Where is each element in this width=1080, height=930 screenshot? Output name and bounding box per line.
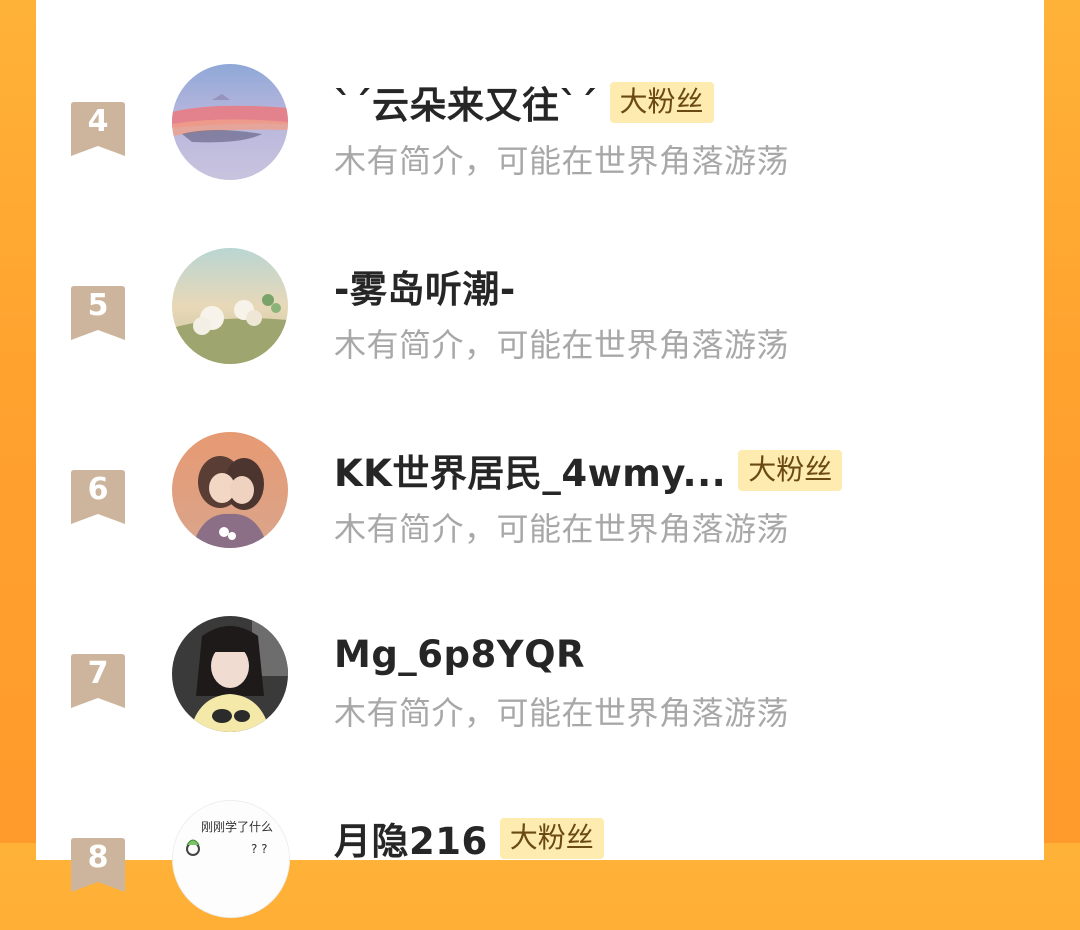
flower-field-avatar-icon xyxy=(172,248,288,364)
doodle-sketch-avatar-icon: 刚刚学了什么 ? ? xyxy=(173,801,289,917)
illustrated-girls-avatar-icon xyxy=(172,432,288,548)
name-line: KK世界居民_4wmy... 大粉丝 xyxy=(334,443,843,497)
svg-text:? ?: ? ? xyxy=(251,842,268,856)
list-item[interactable]: 7 Mg_6p8YQR 木有简介，可能在世界角落游荡 xyxy=(36,606,1044,746)
user-name[interactable]: Mg_6p8YQR xyxy=(334,633,585,676)
user-bio: 木有简介，可能在世界角落游荡 xyxy=(334,510,790,548)
avatar[interactable] xyxy=(172,248,288,364)
list-item[interactable]: 5 -雾岛听潮- 木有简介，可能在世界角落游荡 xyxy=(36,238,1044,378)
user-name[interactable]: -雾岛听潮- xyxy=(334,259,516,313)
rank-number: 8 xyxy=(87,840,109,875)
rank-ribbon: 4 xyxy=(71,102,125,156)
user-name[interactable]: KK世界居民_4wmy... xyxy=(334,443,726,497)
fan-badge: 大粉丝 xyxy=(609,81,714,123)
avatar[interactable] xyxy=(172,616,288,732)
rank-ribbon: 6 xyxy=(71,470,125,524)
name-line: Mg_6p8YQR xyxy=(334,628,585,680)
name-line: 月隐216 大粉丝 xyxy=(334,812,604,864)
doodle-text: 刚刚学了什么 xyxy=(201,819,273,834)
fan-badge: 大粉丝 xyxy=(499,817,604,859)
rank-ribbon: 7 xyxy=(71,654,125,708)
fan-list-card: 4 ˋˊ云朵来又往ˋˊ 大粉丝 木有简介，可能在世界角落游荡 5 -雾岛听潮- … xyxy=(36,0,1044,918)
user-bio: 木有简介，可能在世界角落游荡 xyxy=(334,694,790,732)
fan-badge: 大粉丝 xyxy=(738,449,843,491)
avatar[interactable] xyxy=(172,64,288,180)
name-line: -雾岛听潮- xyxy=(334,260,516,312)
rank-ribbon: 8 xyxy=(71,838,125,892)
rank-number: 6 xyxy=(87,472,109,507)
list-item[interactable]: 4 ˋˊ云朵来又往ˋˊ 大粉丝 木有简介，可能在世界角落游荡 xyxy=(36,54,1044,194)
rank-number: 4 xyxy=(87,104,109,139)
avatar[interactable]: 刚刚学了什么 ? ? xyxy=(172,800,290,918)
name-line: ˋˊ云朵来又往ˋˊ 大粉丝 xyxy=(334,76,714,128)
user-name[interactable]: ˋˊ云朵来又往ˋˊ xyxy=(334,75,598,129)
user-bio: 木有简介，可能在世界角落游荡 xyxy=(334,326,790,364)
rank-number: 7 xyxy=(87,656,109,691)
rank-number: 5 xyxy=(87,288,109,323)
girl-photo-avatar-icon xyxy=(172,616,288,732)
user-name[interactable]: 月隐216 xyxy=(334,811,488,865)
sunset-clouds-avatar-icon xyxy=(172,64,288,180)
list-item[interactable]: 6 KK世界居民_4wmy... 大粉丝 木有简介，可能在世界角落游荡 xyxy=(36,422,1044,562)
list-item[interactable]: 8 刚刚学了什么 ? ? 月隐216 大粉丝 xyxy=(36,790,1044,930)
rank-ribbon: 5 xyxy=(71,286,125,340)
avatar[interactable] xyxy=(172,432,288,548)
user-bio: 木有简介，可能在世界角落游荡 xyxy=(334,142,790,180)
